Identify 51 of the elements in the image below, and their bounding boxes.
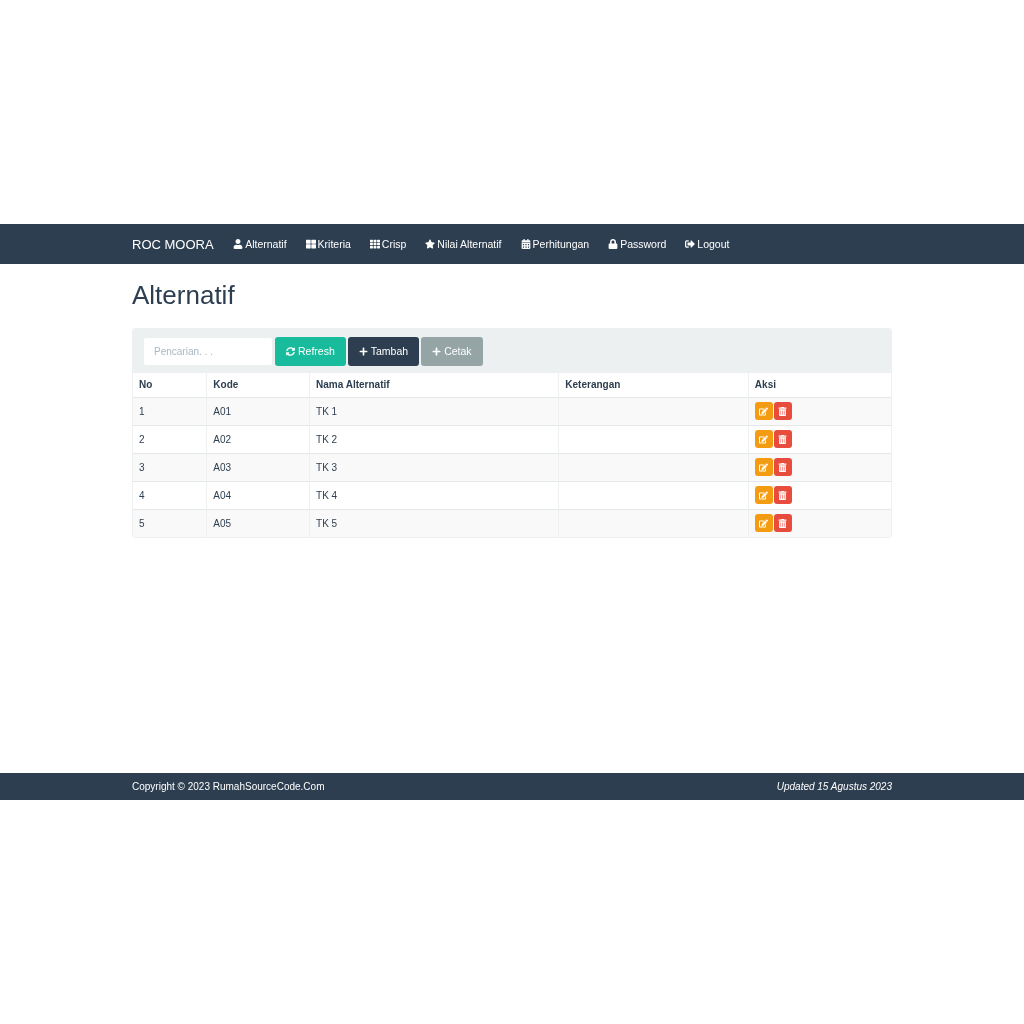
search-field[interactable]: Pencarian. . .	[143, 336, 273, 366]
trash-icon	[778, 434, 788, 444]
kriteria-nav-link[interactable]: Kriteria	[296, 224, 361, 264]
table-cell: TK 5	[309, 509, 559, 537]
brand-link[interactable]: ROC MOORA	[132, 236, 224, 252]
delete-button[interactable]	[773, 458, 792, 476]
logout-nav-link[interactable]: Logout	[675, 224, 739, 264]
table-cell: 5	[133, 509, 207, 537]
user-icon	[233, 239, 244, 249]
refresh-icon	[286, 346, 295, 356]
perhitungan-nav-link[interactable]: Perhitungan	[511, 224, 599, 264]
grid-icon	[369, 239, 380, 249]
edit-icon	[759, 434, 769, 444]
edit-button[interactable]	[754, 514, 773, 533]
table-cell: 3	[133, 453, 207, 481]
edit-icon	[759, 406, 769, 416]
delete-button[interactable]	[773, 402, 792, 420]
edit-icon	[759, 490, 769, 500]
plus-icon	[432, 346, 442, 356]
table-cell: A05	[206, 509, 310, 537]
alternatif-nav-link[interactable]: Alternatif	[223, 224, 297, 264]
trash-icon	[778, 406, 788, 416]
edit-icon	[759, 518, 769, 528]
edit-icon	[759, 462, 769, 472]
page-title: Alternatif	[132, 280, 235, 310]
edit-button[interactable]	[754, 402, 773, 420]
edit-button[interactable]	[754, 430, 773, 448]
edit-button[interactable]	[754, 458, 773, 476]
calendar-icon	[520, 239, 531, 249]
star-icon	[425, 239, 436, 249]
grid-icon	[305, 239, 316, 249]
trash-icon	[778, 490, 788, 500]
trash-icon	[778, 462, 788, 472]
crisp-nav-link[interactable]: Crisp	[360, 224, 416, 264]
delete-button[interactable]	[773, 486, 792, 504]
table-cell: 2	[133, 425, 207, 453]
edit-button[interactable]	[754, 486, 773, 504]
column-header: No	[133, 373, 207, 397]
delete-button[interactable]	[773, 514, 792, 533]
table-cell: 4	[133, 481, 207, 509]
updated-text: Updated 15 Agustus 2023	[776, 781, 892, 792]
password-nav-link[interactable]: Password	[598, 224, 676, 264]
add-button[interactable]: Tambah	[347, 336, 420, 366]
delete-button[interactable]	[773, 430, 792, 448]
logout-icon	[685, 239, 696, 249]
copyright-text: Copyright © 2023 RumahSourceCode.Com	[132, 781, 325, 792]
nilai-nav-link[interactable]: Nilai Alternatif	[415, 224, 512, 264]
table-cell: 1	[133, 397, 207, 425]
lock-icon	[608, 239, 619, 249]
trash-icon	[778, 518, 788, 528]
plus-icon	[358, 346, 368, 356]
